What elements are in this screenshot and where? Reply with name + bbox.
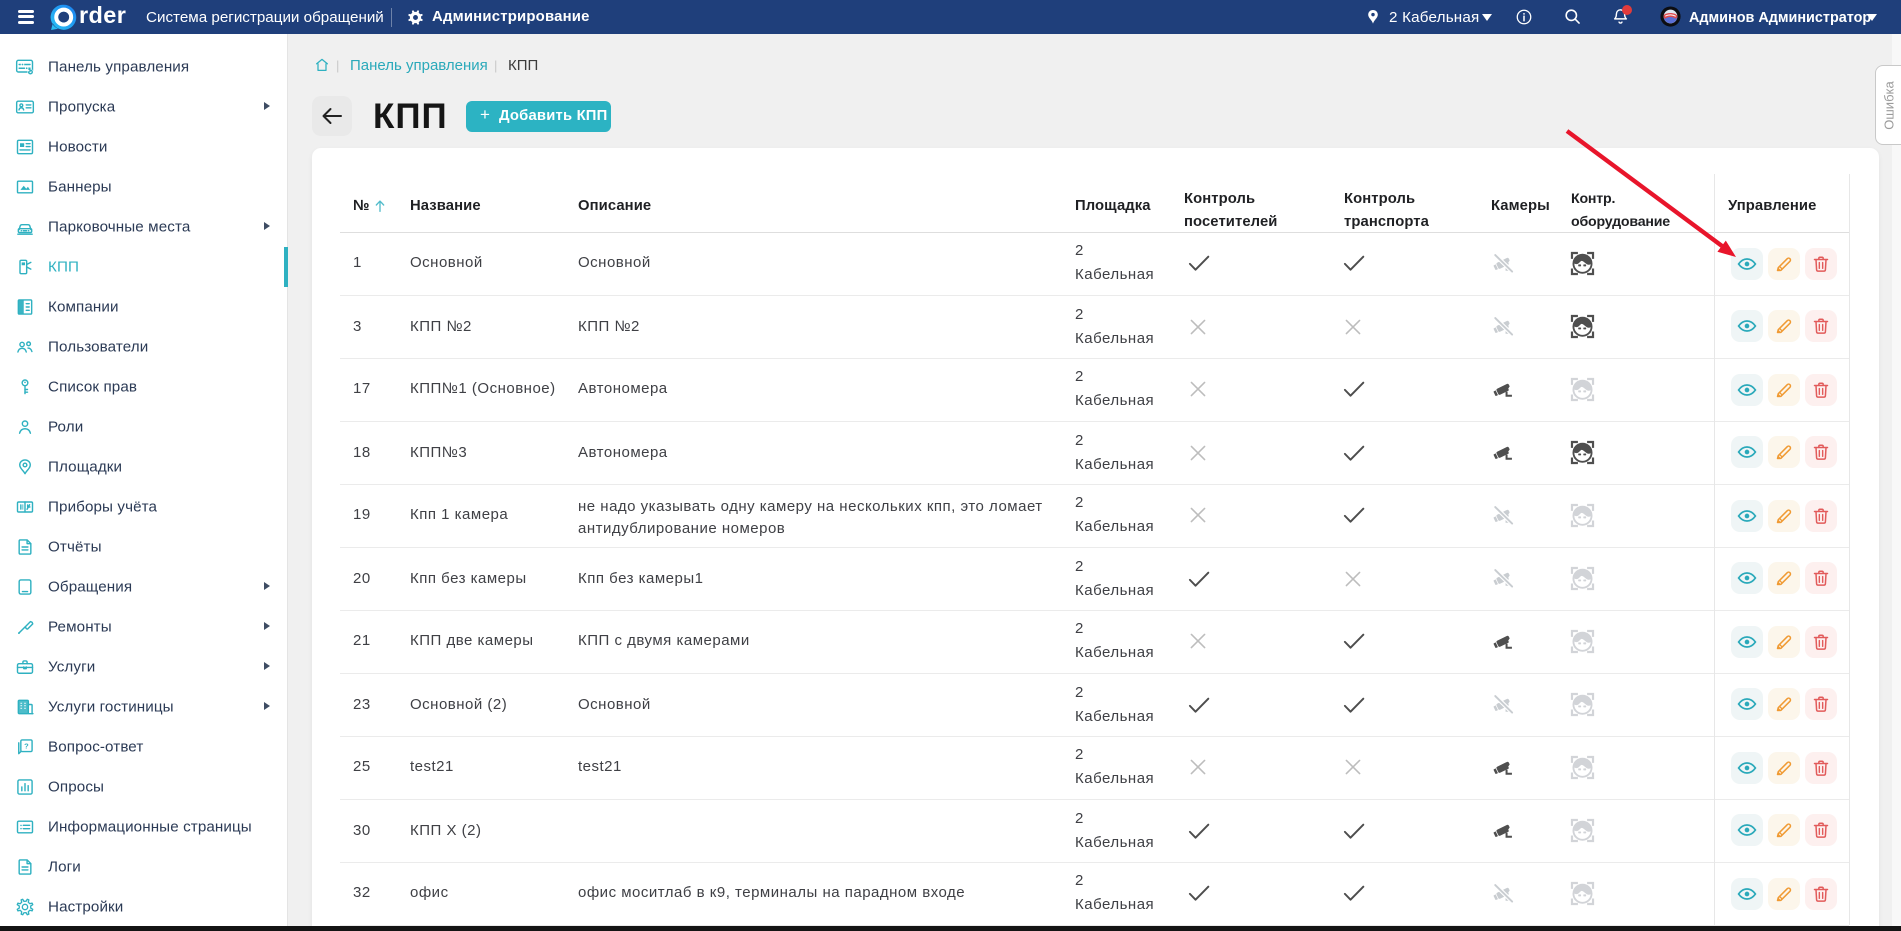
svg-text:?: ?: [24, 742, 29, 751]
